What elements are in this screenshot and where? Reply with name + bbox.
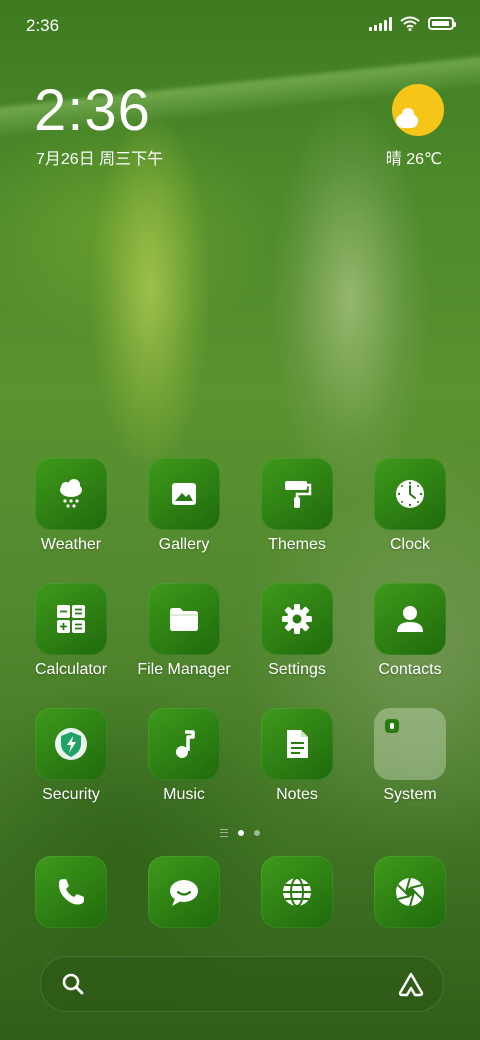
image-icon — [148, 458, 220, 530]
camera-shutter-icon — [374, 856, 446, 928]
feed-page-icon[interactable] — [220, 829, 228, 837]
folder-icon — [374, 708, 446, 780]
page-dot[interactable] — [254, 830, 260, 836]
battery-fill — [432, 21, 449, 26]
clock-icon — [374, 458, 446, 530]
widget-clock[interactable]: 2:36 — [34, 80, 151, 142]
app-calculator[interactable]: Calculator — [16, 583, 126, 693]
dock-messages[interactable] — [129, 856, 239, 930]
note-icon — [261, 708, 333, 780]
widget-weather: 晴 26℃ — [385, 151, 442, 168]
search-bar[interactable] — [40, 956, 444, 1012]
app-label: Contacts — [378, 661, 442, 678]
app-label: System — [383, 786, 437, 803]
phone-icon — [35, 856, 107, 928]
mini-app-icon — [385, 719, 399, 733]
widget-date: 7月26日 周三下午 — [36, 151, 164, 168]
signal-icon — [369, 16, 392, 31]
app-themes[interactable]: Themes — [242, 458, 352, 568]
weather-cloud-snow-icon — [35, 458, 107, 530]
status-bar: 2:36 — [0, 0, 480, 50]
battery-icon — [428, 17, 456, 30]
app-label: Gallery — [158, 536, 210, 553]
app-clock[interactable]: Clock — [355, 458, 465, 568]
gear-icon — [261, 583, 333, 655]
app-file-manager[interactable]: File Manager — [129, 583, 239, 693]
app-label: Themes — [268, 536, 326, 553]
app-music[interactable]: Music — [129, 708, 239, 818]
app-label: Weather — [40, 536, 102, 553]
dock-browser[interactable] — [242, 856, 352, 930]
app-label: Notes — [276, 786, 318, 803]
status-icons — [369, 16, 456, 31]
shield-bolt-icon — [35, 708, 107, 780]
browser-globe-icon — [261, 856, 333, 928]
app-security[interactable]: Security — [16, 708, 126, 818]
status-time: 2:36 — [26, 16, 60, 35]
app-weather[interactable]: Weather — [16, 458, 126, 568]
calculator-icon — [35, 583, 107, 655]
app-label: Calculator — [34, 661, 108, 678]
app-label: Settings — [268, 661, 326, 678]
app-label: Security — [42, 786, 100, 803]
app-gallery[interactable]: Gallery — [129, 458, 239, 568]
weather-sun-icon[interactable] — [392, 84, 444, 136]
music-note-icon — [148, 708, 220, 780]
dock-camera[interactable] — [355, 856, 465, 930]
page-indicator — [0, 829, 480, 837]
paint-roller-icon — [261, 458, 333, 530]
message-icon — [148, 856, 220, 928]
folder-icon — [148, 583, 220, 655]
app-label: Clock — [389, 536, 430, 553]
wifi-icon — [400, 16, 420, 31]
folder-system[interactable]: System — [355, 708, 465, 818]
assistant-icon[interactable] — [397, 970, 425, 998]
app-notes[interactable]: Notes — [242, 708, 352, 818]
dock-phone[interactable] — [16, 856, 126, 930]
app-settings[interactable]: Settings — [242, 583, 352, 693]
app-label: Music — [163, 786, 205, 803]
weather-cloud-icon — [396, 108, 418, 128]
search-icon[interactable] — [61, 972, 85, 996]
app-label: File Manager — [137, 661, 231, 678]
person-icon — [374, 583, 446, 655]
page-dot-active[interactable] — [238, 830, 244, 836]
app-contacts[interactable]: Contacts — [355, 583, 465, 693]
